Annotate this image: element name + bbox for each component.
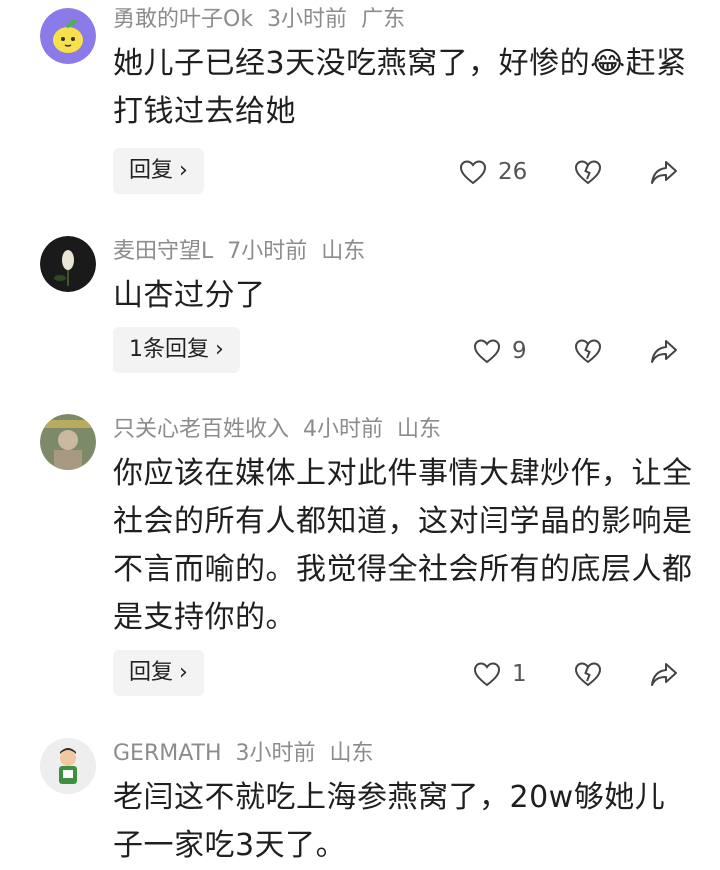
location: 山东 bbox=[329, 741, 374, 766]
share-button[interactable] bbox=[648, 335, 680, 367]
like-button[interactable]: 1 bbox=[472, 654, 527, 694]
share-arrow-icon bbox=[651, 161, 677, 184]
broken-heart-icon bbox=[574, 662, 602, 687]
comment-text: 她儿子已经3天没吃燕窝了，好惨的😂赶紧打钱过去给她 bbox=[113, 46, 687, 129]
location: 山东 bbox=[321, 239, 366, 264]
user-avatar[interactable] bbox=[40, 738, 96, 794]
chevron-right-icon: › bbox=[215, 337, 224, 362]
dislike-button[interactable] bbox=[572, 658, 604, 690]
username[interactable]: 勇敢的叶子Ok bbox=[113, 7, 253, 32]
broken-heart-icon bbox=[574, 160, 602, 185]
timestamp: 3小时前 bbox=[267, 7, 348, 32]
cartoon-avatar-icon bbox=[40, 738, 96, 794]
dislike-button[interactable] bbox=[572, 156, 604, 188]
share-arrow-icon bbox=[651, 663, 677, 686]
comment-text: 你应该在媒体上对此件事情大肆炒作，让全社会的所有人都知道，这对闫学晶的影响是不言… bbox=[113, 456, 693, 635]
reply-label: 回复 bbox=[129, 158, 174, 183]
reply-label: 1条回复 bbox=[129, 337, 209, 362]
reply-button[interactable]: 回复 › bbox=[113, 148, 204, 194]
user-avatar[interactable] bbox=[40, 8, 96, 64]
location: 广东 bbox=[361, 7, 406, 32]
chevron-right-icon: › bbox=[179, 660, 188, 685]
share-button[interactable] bbox=[648, 658, 680, 690]
comment-meta: 麦田守望L 7小时前 山东 bbox=[113, 238, 379, 266]
broken-heart-icon bbox=[574, 339, 602, 364]
comment-text: 山杏过分了 bbox=[113, 278, 266, 313]
like-button[interactable]: 26 bbox=[458, 152, 527, 192]
photo-avatar-icon bbox=[40, 414, 96, 470]
comment-meta: 只关心老百姓收入 4小时前 山东 bbox=[113, 416, 455, 444]
timestamp: 4小时前 bbox=[303, 417, 384, 442]
comment-meta: GERMATH 3小时前 山东 bbox=[113, 740, 388, 768]
like-button[interactable]: 9 bbox=[472, 331, 527, 371]
like-count: 9 bbox=[512, 338, 527, 364]
user-avatar[interactable] bbox=[40, 236, 96, 292]
comment-meta: 勇敢的叶子Ok 3小时前 广东 bbox=[113, 6, 419, 34]
heart-outline-icon bbox=[459, 160, 487, 185]
username[interactable]: GERMATH bbox=[113, 741, 222, 766]
heart-outline-icon bbox=[473, 662, 501, 687]
flower-avatar-icon bbox=[40, 236, 96, 292]
timestamp: 3小时前 bbox=[235, 741, 316, 766]
share-arrow-icon bbox=[651, 340, 677, 363]
heart-outline-icon bbox=[473, 339, 501, 364]
reply-button[interactable]: 1条回复 › bbox=[113, 327, 240, 373]
comment-text: 老闫这不就吃上海参燕窝了，20w够她儿子一家吃3天了。 bbox=[113, 780, 666, 863]
username[interactable]: 只关心老百姓收入 bbox=[113, 417, 289, 442]
chevron-right-icon: › bbox=[179, 158, 188, 183]
dislike-button[interactable] bbox=[572, 335, 604, 367]
username[interactable]: 麦田守望L bbox=[113, 239, 213, 264]
timestamp: 7小时前 bbox=[227, 239, 308, 264]
reply-button[interactable]: 回复 › bbox=[113, 650, 204, 696]
lemon-avatar-icon bbox=[40, 8, 96, 64]
like-count: 1 bbox=[512, 661, 527, 687]
reply-label: 回复 bbox=[129, 660, 174, 685]
like-count: 26 bbox=[498, 159, 528, 185]
share-button[interactable] bbox=[648, 156, 680, 188]
user-avatar[interactable] bbox=[40, 414, 96, 470]
location: 山东 bbox=[397, 417, 442, 442]
